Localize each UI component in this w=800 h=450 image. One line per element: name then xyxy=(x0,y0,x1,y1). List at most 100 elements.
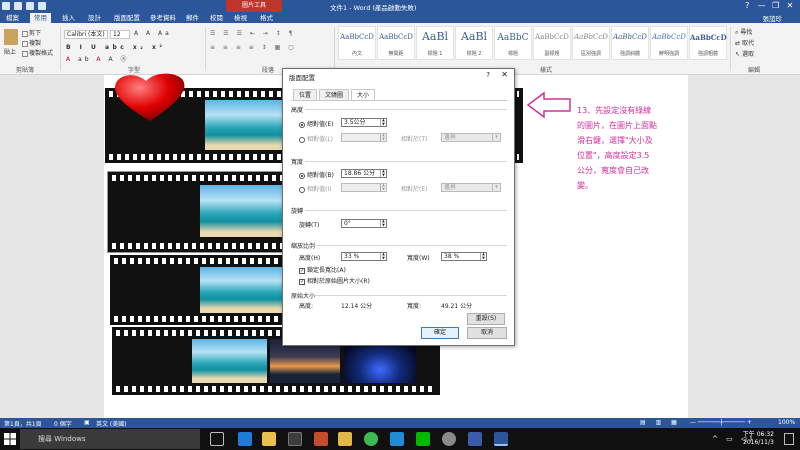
tab-references[interactable]: 參考資料 xyxy=(146,13,180,23)
chevron-down-icon: ▾ xyxy=(492,184,500,191)
save-icon[interactable] xyxy=(14,2,22,10)
scale-width-input[interactable]: 38 % ▲ ▼ xyxy=(441,252,487,261)
tab-mailings[interactable]: 郵件 xyxy=(182,13,203,23)
section-divider xyxy=(305,210,507,211)
dialog-help-button[interactable]: ? xyxy=(486,71,490,79)
task-view-icon[interactable] xyxy=(210,432,224,446)
tab-design[interactable]: 設計 xyxy=(84,13,105,23)
find-button[interactable]: ⌕ 尋找 xyxy=(735,27,752,37)
width-relative-radio[interactable]: 相對值(I) xyxy=(299,184,331,193)
select-button[interactable]: ↖ 選取 xyxy=(735,49,754,58)
word-count[interactable]: 0 個字 xyxy=(54,419,72,428)
list-buttons[interactable]: ☰ ☰ ☰ ⇤ ⇥ ↕ ¶ xyxy=(210,30,295,37)
edge-browser-icon[interactable] xyxy=(238,432,252,446)
taskbar-search[interactable]: 搜尋 Windows xyxy=(20,429,200,449)
app-icon[interactable] xyxy=(338,432,352,446)
minimize-button[interactable]: — xyxy=(756,1,768,10)
copy-button[interactable]: 複製 xyxy=(22,38,41,47)
app-icon[interactable] xyxy=(314,432,328,446)
format-painter-button[interactable]: 複製格式 xyxy=(22,48,53,57)
tab-file[interactable]: 檔案 xyxy=(2,13,23,23)
height-relative-of-select[interactable]: 邊界 ▾ xyxy=(441,133,501,142)
height-relative-label: 相對值(L) xyxy=(307,136,334,143)
height-absolute-radio[interactable]: 絕對值(E) xyxy=(299,119,333,128)
style-heading-1[interactable]: AaBl 標題 1 xyxy=(416,26,454,60)
language-indicator[interactable]: 英文 (美國) xyxy=(96,419,127,428)
find-label: 尋找 xyxy=(740,29,753,36)
style-subtle-emphasis[interactable]: AaBbCcD 區別強調 xyxy=(572,26,610,60)
page-count[interactable]: 第1頁，共1頁 xyxy=(4,419,42,428)
tab-home[interactable]: 常用 xyxy=(30,13,51,23)
app-icon[interactable] xyxy=(442,432,456,446)
width-absolute-radio[interactable]: 絕對值(B) xyxy=(299,170,334,179)
spin-arrows-icon[interactable]: ▲ ▼ xyxy=(380,118,386,126)
width-relative-input[interactable]: ▲ ▼ xyxy=(341,183,387,192)
relative-original-checkbox[interactable]: ✓ 相對於原始圖片大小(R) xyxy=(299,276,370,285)
help-button[interactable]: ? xyxy=(741,1,753,10)
font-color-buttons[interactable]: A ab A A ⓐ xyxy=(66,54,129,63)
font-size-buttons[interactable]: A A Aa xyxy=(134,30,172,37)
spin-arrows-icon[interactable]: ▲ ▼ xyxy=(380,169,386,177)
paste-icon[interactable] xyxy=(4,29,18,45)
font-format-buttons[interactable]: B I U abc x₂ x² xyxy=(66,44,166,51)
height-absolute-input[interactable]: 3.5公分 ▲ ▼ xyxy=(341,118,387,127)
style-emphasis[interactable]: AaBbCcD 強調斜體 xyxy=(611,26,649,60)
undo-icon[interactable] xyxy=(26,2,34,10)
cancel-button[interactable]: 取消 xyxy=(467,327,507,339)
style-subtitle[interactable]: AaBbCcD 副標題 xyxy=(533,26,571,60)
proofing-icon[interactable]: ▣ xyxy=(84,419,90,426)
style-name: 無間距 xyxy=(388,51,404,57)
style-strong[interactable]: AaBbCcD 強調粗體 xyxy=(689,26,727,60)
width-absolute-input[interactable]: 18.86 公分 ▲ ▼ xyxy=(341,169,387,178)
height-relative-input[interactable]: ▲ ▼ xyxy=(341,133,387,142)
user-name[interactable]: 張誼珍 xyxy=(763,13,783,23)
width-relative-of-select[interactable]: 邊界 ▾ xyxy=(441,183,501,192)
notification-icon[interactable] xyxy=(784,433,794,445)
style-intense-emphasis[interactable]: AaBbCcD 鮮明強調 xyxy=(650,26,688,60)
word-app-taskbar-icon[interactable] xyxy=(494,432,508,446)
tab-text-wrapping[interactable]: 文繞圖 xyxy=(319,89,350,100)
dialog-close-button[interactable]: ✕ xyxy=(501,70,508,79)
scissors-icon xyxy=(22,30,28,37)
tab-review[interactable]: 校閱 xyxy=(206,13,227,23)
file-explorer-icon[interactable] xyxy=(262,432,276,446)
maximize-button[interactable]: ❐ xyxy=(770,1,782,10)
replace-button[interactable]: ⇄ 取代 xyxy=(735,38,754,47)
height-relative-radio[interactable]: 相對值(L) xyxy=(299,134,333,143)
style-heading-2[interactable]: AaBl 標題 2 xyxy=(455,26,493,60)
spin-arrows-icon[interactable]: ▲ ▼ xyxy=(380,252,386,260)
style-normal[interactable]: AaBbCcD 內文 xyxy=(338,26,376,60)
redo-icon[interactable] xyxy=(38,2,46,10)
heart-image[interactable] xyxy=(110,71,190,123)
style-no-spacing[interactable]: AaBbCcD 無間距 xyxy=(377,26,415,60)
view-buttons[interactable]: ▤ ▥ ▦ xyxy=(640,419,681,426)
align-buttons[interactable]: ≡ ≡ ≡ ≡ ↕ ▦ ▢ xyxy=(210,44,297,51)
close-button[interactable]: ✕ xyxy=(784,1,796,10)
rotation-input[interactable]: 0° ▲ ▼ xyxy=(341,219,387,228)
lock-aspect-checkbox[interactable]: ✓ 鎖定長寬比(A) xyxy=(299,265,346,274)
reset-button[interactable]: 重設(S) xyxy=(467,313,505,325)
tab-layout[interactable]: 版面配置 xyxy=(110,13,144,23)
tab-insert[interactable]: 插入 xyxy=(58,13,79,23)
chrome-icon[interactable] xyxy=(364,432,378,446)
tab-position[interactable]: 位置 xyxy=(293,89,318,100)
style-title[interactable]: AaBbC 標題 xyxy=(494,26,532,60)
spin-arrows-icon[interactable]: ▲ ▼ xyxy=(480,252,486,260)
cut-button[interactable]: 剪下 xyxy=(22,28,41,37)
system-clock[interactable]: 下午 06:32 2016/11/3 xyxy=(743,431,774,447)
paste-button[interactable]: 貼上 xyxy=(4,47,16,56)
store-icon[interactable] xyxy=(288,432,302,446)
scale-height-input[interactable]: 33 % ▲ ▼ xyxy=(341,252,387,261)
app-icon[interactable] xyxy=(468,432,482,446)
tab-format[interactable]: 格式 xyxy=(256,13,277,23)
font-name-combo[interactable]: Calibri (本文) xyxy=(64,30,108,39)
spin-arrows-icon[interactable]: ▲ ▼ xyxy=(380,219,386,227)
font-size-combo[interactable]: 12 xyxy=(110,30,130,39)
line-app-icon[interactable] xyxy=(416,432,430,446)
ok-button[interactable]: 確定 xyxy=(421,327,459,339)
zoom-slider[interactable]: — ──────┼────── + xyxy=(690,419,752,426)
zoom-level[interactable]: 100% xyxy=(778,419,795,426)
tab-view[interactable]: 檢視 xyxy=(230,13,251,23)
ie-browser-icon[interactable] xyxy=(390,432,404,446)
windows-start-icon[interactable] xyxy=(4,433,16,445)
